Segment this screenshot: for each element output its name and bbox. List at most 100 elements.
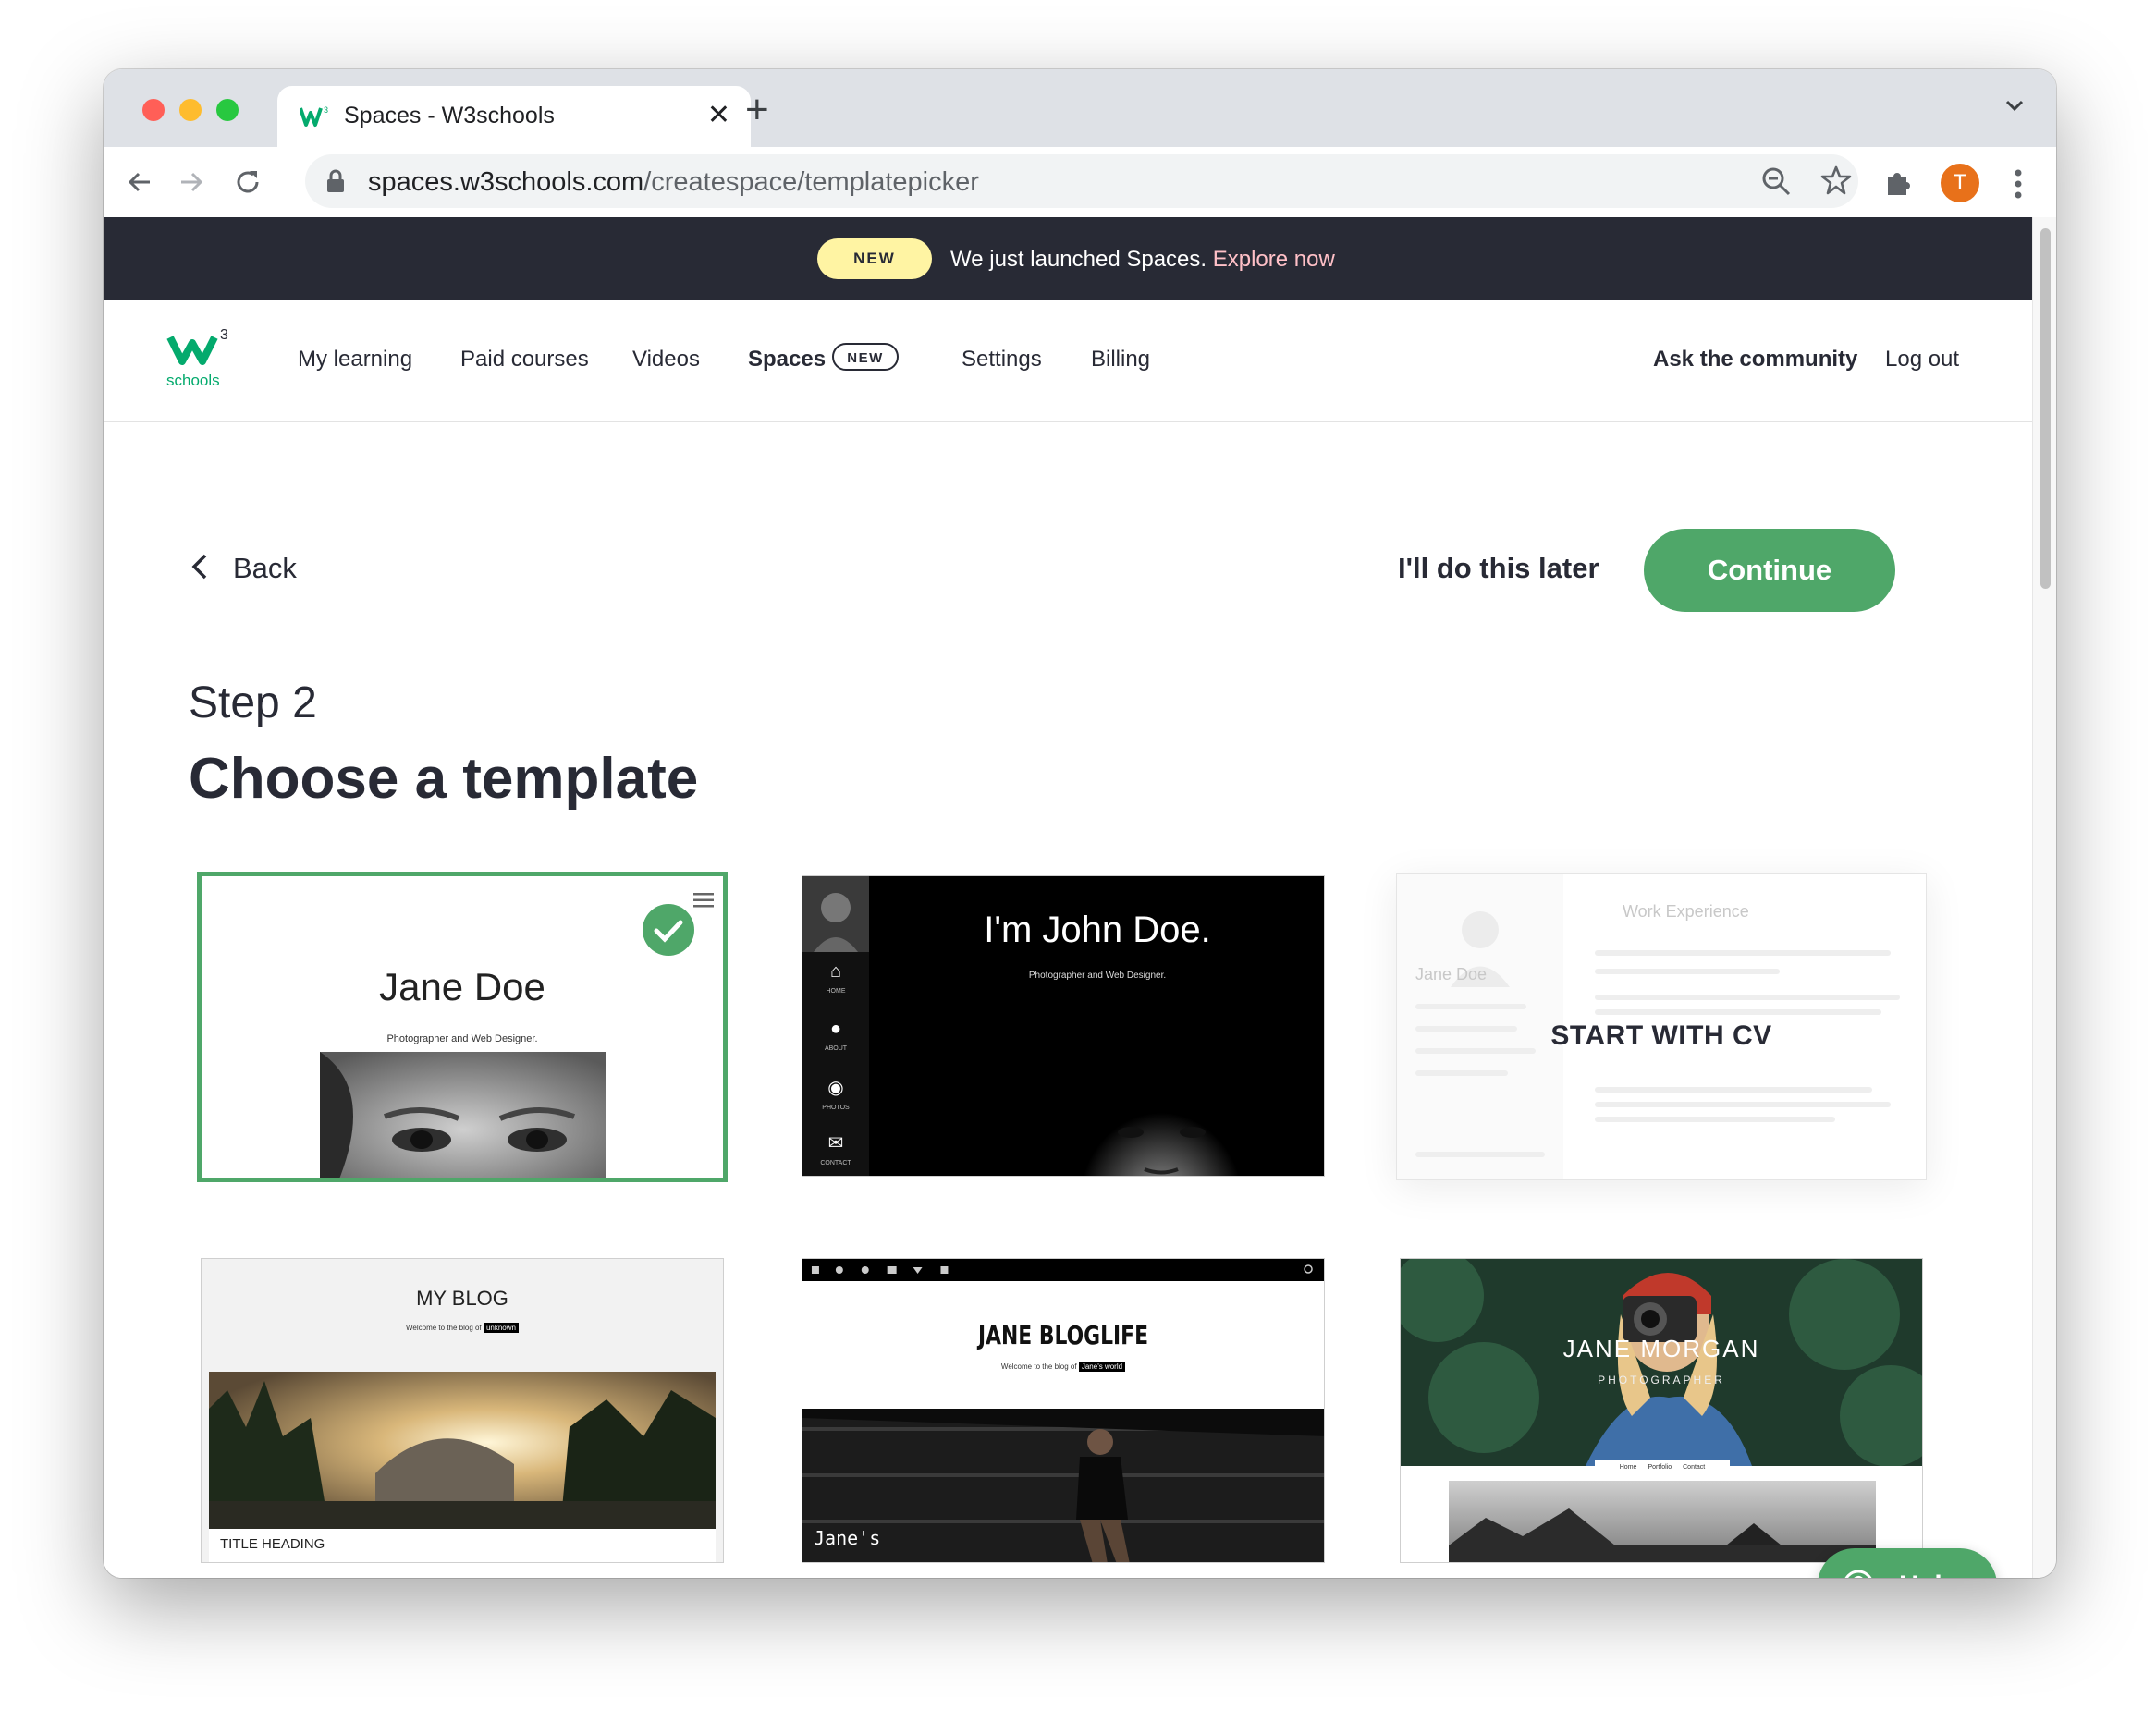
sidebar-item-photos: ◉ PHOTOS	[802, 1076, 869, 1111]
w3schools-logo[interactable]: 3 schools	[166, 324, 240, 391]
continue-button[interactable]: Continue	[1644, 529, 1895, 612]
cv-faint-line	[1415, 1152, 1545, 1157]
nav-my-learning[interactable]: My learning	[298, 347, 412, 373]
subtitle-highlight: unknown	[483, 1323, 519, 1333]
seascape-photo	[1449, 1481, 1876, 1562]
template-card-john-doe[interactable]: ⌂ HOME ● ABOUT ◉ PHOTOS ✉ CONTACT I'm John D…	[802, 875, 1325, 1177]
hamburger-menu-icon	[693, 893, 714, 908]
template-card-jane-morgan[interactable]: JANE MORGAN PHOTOGRAPHER Home Portfolio Co…	[1400, 1258, 1923, 1563]
sidebar-item-home: ⌂ HOME	[802, 961, 869, 995]
banner-message: We just launched Spaces.	[950, 247, 1207, 272]
nav-paid-courses[interactable]: Paid courses	[460, 347, 589, 373]
forward-arrow-icon[interactable]	[172, 164, 209, 201]
announcement-banner: NEW We just launched Spaces. Explore now	[104, 217, 2032, 300]
cv-faint-line	[1415, 1004, 1526, 1009]
template-card-my-blog[interactable]: MY BLOG Welcome to the blog of unknown T…	[201, 1258, 724, 1563]
subtitle-text: Welcome to the blog of	[1000, 1362, 1077, 1371]
cv-faint-line	[1595, 995, 1900, 1000]
start-with-cv-label: START WITH CV	[1550, 1020, 1772, 1051]
envelope-icon: ✉	[827, 1133, 844, 1154]
zoom-out-icon[interactable]	[1760, 165, 1792, 197]
extensions-puzzle-icon[interactable]	[1882, 165, 1916, 199]
post-title-heading: TITLE HEADING	[220, 1536, 325, 1552]
new-tab-button[interactable]: +	[745, 90, 769, 130]
new-badge: NEW	[817, 238, 932, 279]
cv-faint-title: Work Experience	[1623, 902, 1749, 921]
url-text: spaces.w3schools.com/createspace/templat…	[368, 167, 979, 198]
address-bar[interactable]: spaces.w3schools.com/createspace/templat…	[305, 154, 1858, 208]
sidebar-item-about: ● ABOUT	[802, 1019, 869, 1052]
back-button[interactable]: Back	[233, 552, 297, 585]
template-card-jane-bloglife[interactable]: JANE BLOGLIFE Welcome to the blog of Jan…	[802, 1258, 1325, 1563]
page-viewport: NEW We just launched Spaces. Explore now…	[104, 217, 2032, 1578]
chevron-left-icon[interactable]	[189, 550, 211, 583]
subtitle-text: Welcome to the blog of	[406, 1324, 482, 1332]
nav-log-out[interactable]: Log out	[1885, 347, 1959, 373]
bookmark-star-icon[interactable]	[1819, 164, 1853, 197]
do-later-button[interactable]: I'll do this later	[1398, 552, 1599, 585]
help-button[interactable]: Help	[1818, 1548, 1997, 1578]
blog-signature: Jane's	[814, 1527, 881, 1549]
menu-item: Contact	[1683, 1464, 1706, 1471]
step-label: Step 2	[189, 678, 317, 727]
post-footer: TITLE HEADING	[209, 1529, 716, 1562]
fashion-photo	[802, 1409, 1324, 1562]
more-options-icon[interactable]	[2014, 165, 2023, 202]
nav-billing[interactable]: Billing	[1091, 347, 1150, 373]
browser-window: 3 Spaces - W3schools ✕ + spaces.w3school…	[104, 69, 2056, 1578]
logo-superscript: 3	[220, 327, 228, 343]
sidebar-item-label: HOME	[826, 988, 846, 995]
user-icon: ●	[829, 1019, 842, 1039]
template-subtitle: PHOTOGRAPHER	[1598, 1374, 1725, 1386]
social-icon-bar	[802, 1259, 1324, 1281]
sidebar-avatar	[802, 876, 869, 952]
banner-text: We just launched Spaces. Explore now	[950, 247, 1335, 273]
template-menu: Home Portfolio Contact	[1595, 1460, 1730, 1475]
browser-toolbar: spaces.w3schools.com/createspace/templat…	[104, 147, 2056, 218]
template-name: JANE MORGAN	[1562, 1335, 1760, 1362]
sidebar-item-label: ABOUT	[824, 1045, 848, 1052]
portrait-photo	[895, 980, 1324, 1176]
scrollbar-thumb[interactable]	[2040, 228, 2051, 589]
eye-icon: ◉	[827, 1078, 844, 1098]
nav-settings[interactable]: Settings	[962, 347, 1042, 373]
nav-spaces[interactable]: Spaces	[748, 347, 826, 373]
home-icon: ⌂	[829, 961, 842, 982]
help-label: Help	[1899, 1570, 1959, 1578]
close-window-button[interactable]	[142, 99, 165, 121]
cv-faint-line	[1415, 1070, 1508, 1076]
page-scrollbar[interactable]	[2032, 217, 2056, 1578]
sidebar-item-label: PHOTOS	[822, 1105, 850, 1111]
tab-strip: 3 Spaces - W3schools ✕ +	[104, 69, 2056, 147]
w3schools-favicon-icon: 3	[300, 105, 328, 127]
sidebar-item-contact: ✉ CONTACT	[802, 1131, 869, 1166]
reload-icon[interactable]	[229, 164, 266, 201]
cv-faint-line	[1595, 1009, 1881, 1015]
chevron-down-icon[interactable]	[2001, 92, 2028, 119]
template-subtitle: Photographer and Web Designer.	[386, 1033, 538, 1044]
template-subtitle: Welcome to the blog of unknown	[202, 1323, 723, 1333]
tab-spaces[interactable]: 3 Spaces - W3schools ✕	[277, 86, 751, 147]
template-name: MY BLOG	[416, 1287, 508, 1310]
template-card-cv[interactable]: Jane Doe Work Experience START WITH CV	[1396, 873, 1927, 1180]
cv-faint-line	[1595, 969, 1780, 974]
menu-item: Home	[1619, 1464, 1637, 1471]
zoom-window-button[interactable]	[216, 99, 239, 121]
profile-avatar[interactable]: T	[1941, 164, 1979, 202]
cv-faint-line	[1595, 1102, 1891, 1107]
lock-icon	[327, 169, 344, 192]
nav-videos[interactable]: Videos	[632, 347, 700, 373]
logo-text: schools	[166, 372, 220, 389]
template-card-jane-doe[interactable]: Jane Doe Photographer and Web Designer.	[197, 872, 728, 1182]
cv-faint-name: Jane Doe	[1415, 965, 1488, 983]
portrait-photo	[320, 1052, 606, 1178]
sidebar-item-label: CONTACT	[820, 1160, 851, 1166]
minimize-window-button[interactable]	[179, 99, 202, 121]
tab-close-icon[interactable]: ✕	[707, 99, 730, 132]
explore-now-link[interactable]: Explore now	[1213, 247, 1335, 272]
back-arrow-icon[interactable]	[122, 164, 159, 201]
selected-check-icon	[643, 904, 694, 956]
subtitle-highlight: Jane's world	[1078, 1362, 1126, 1372]
nav-ask-community[interactable]: Ask the community	[1653, 347, 1857, 373]
menu-item: Portfolio	[1648, 1464, 1672, 1471]
